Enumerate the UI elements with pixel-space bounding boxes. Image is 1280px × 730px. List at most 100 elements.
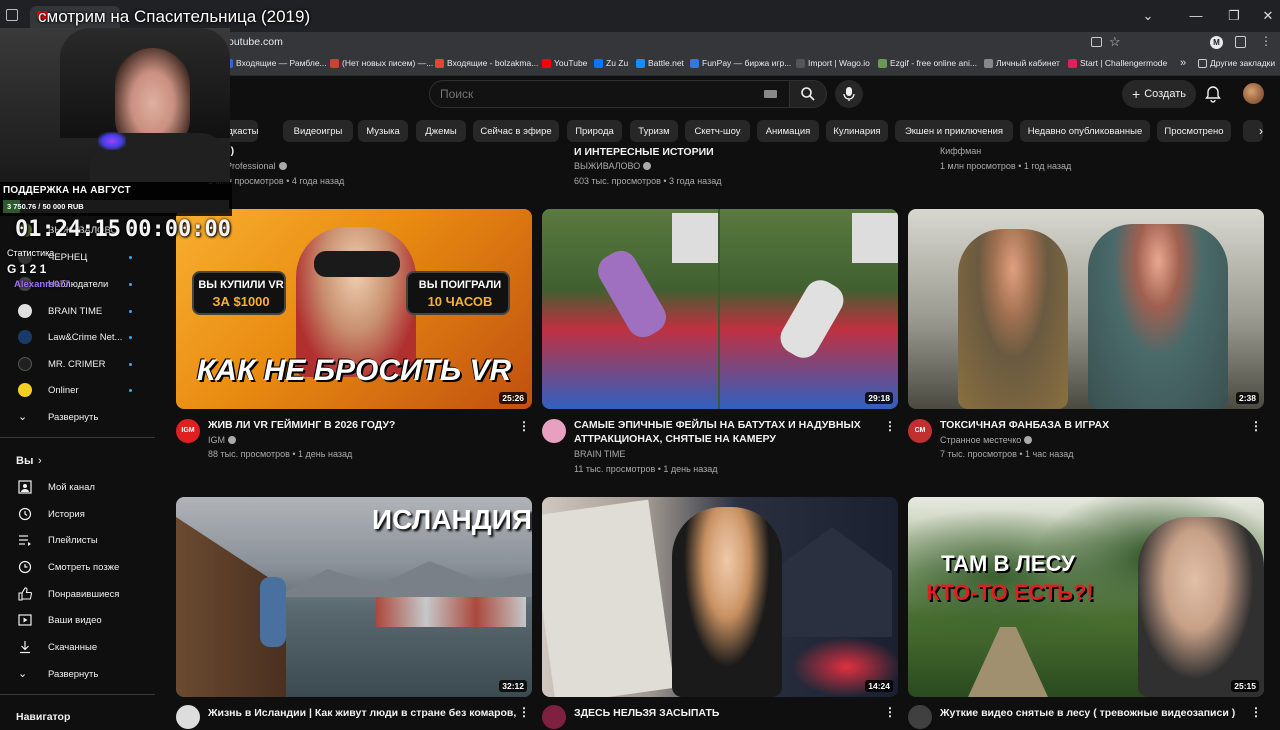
video-card[interactable]: ВЫ КУПИЛИ VR ЗА $1000 ВЫ ПОИГРАЛИ 10 ЧАС… [176,209,532,479]
extensions-icon[interactable] [1235,36,1246,48]
video-title[interactable]: Жуткие видео снятые в лесу ( тревожные в… [940,706,1250,720]
create-button[interactable]: + Создать [1122,80,1196,108]
video-card-partial[interactable]: Киффман 1 млн просмотров • 1 год назад [908,144,1264,188]
sidebar-item-your-videos[interactable]: Ваши видео [0,607,155,633]
sidebar-item-downloads[interactable]: Скачанные [0,634,155,660]
sidebar-item-liked[interactable]: Понравившиеся [0,581,155,607]
bookmark-challengermode[interactable]: Start | Challengermode [1068,58,1167,68]
video-title[interactable]: ТОКСИЧНАЯ ФАНБАЗА В ИГРАХ [940,418,1240,432]
video-card[interactable]: ИСЛАНДИЯ 32:12 Жизнь в Исландии | Как жи… [176,497,532,729]
voice-search-button[interactable] [835,80,863,108]
sidebar-sub-lawcrime[interactable]: Law&Crime Net... [0,324,155,350]
bookmark-other-folder[interactable]: Другие закладки [1198,58,1275,68]
video-channel[interactable]: BRAIN TIME [574,449,625,459]
chip-tourism[interactable]: Туризм [630,120,678,142]
video-thumbnail[interactable]: 2:38 [908,209,1264,409]
video-channel[interactable]: IGM [208,435,236,445]
video-title[interactable]: ЖИВ ЛИ VR ГЕЙМИНГ В 2026 ГОДУ? [208,418,508,432]
more-actions-icon[interactable]: ⋮ [518,706,530,720]
bookmark-mail[interactable]: (Нет новых писем) —... [330,58,433,68]
close-button[interactable]: ✕ [1258,6,1278,26]
chip-sketch[interactable]: Скетч-шоу [685,120,750,142]
video-card[interactable]: ТАМ В ЛЕСУ КТО-ТО ЕСТЬ?! 25:15 Жуткие ви… [908,497,1264,729]
more-actions-icon[interactable]: ⋮ [1250,420,1262,434]
channel-avatar[interactable]: IGM [176,419,200,443]
bookmark-ezgif[interactable]: Ezgif - free online ani... [878,58,977,68]
channel-avatar[interactable]: СМ [908,419,932,443]
bookmark-youtube[interactable]: YouTube [542,58,587,68]
profile-m-icon[interactable]: M [1210,36,1223,49]
video-channel[interactable]: ВЫЖИВАЛОВО [574,161,652,171]
user-avatar[interactable] [1243,83,1264,104]
tab-search-icon[interactable] [6,9,18,21]
video-title[interactable]: Жизнь в Исландии | Как живут люди в стра… [208,706,518,720]
sidebar-item-label: Мой канал [48,481,95,493]
chip-label: Скетч-шоу [694,125,741,137]
chip-jams[interactable]: Джемы [416,120,466,142]
chevron-right-icon[interactable]: › [1250,120,1272,142]
bookmark-star-icon[interactable]: ☆ [1109,34,1121,50]
sidebar-expand-you[interactable]: ⌄ Развернуть [0,661,155,687]
chip-animation[interactable]: Анимация [757,120,819,142]
sidebar-sub-onliner[interactable]: Onliner [0,377,155,403]
channel-avatar[interactable] [176,705,200,729]
sidebar-item-my-channel[interactable]: Мой канал [0,474,155,500]
video-card[interactable]: 29:18 САМЫЕ ЭПИЧНЫЕ ФЕЙЛЫ НА БАТУТАХ И Н… [542,209,898,479]
chip-music[interactable]: Музыка [358,120,408,142]
sidebar-expand-subs[interactable]: ⌄ Развернуть [0,404,155,430]
video-title[interactable]: САМЫЕ ЭПИЧНЫЕ ФЕЙЛЫ НА БАТУТАХ И НАДУВНЫ… [574,418,874,446]
keyboard-icon[interactable] [764,90,777,98]
bookmark-cabinet[interactable]: Личный кабинет [984,58,1060,68]
minimize-button[interactable]: — [1186,6,1206,26]
more-actions-icon[interactable]: ⋮ [1250,706,1262,720]
chip-nature[interactable]: Природа [567,120,622,142]
bookmark-battlenet[interactable]: Battle.net [636,58,684,68]
video-card[interactable]: 14:24 ЗДЕСЬ НЕЛЬЗЯ ЗАСЫПАТЬ ⋮ [542,497,898,729]
menu-kebab-icon[interactable]: ⋮ [1260,34,1272,48]
sidebar-item-history[interactable]: История [0,501,155,527]
channel-avatar[interactable] [908,705,932,729]
bookmark-rambler[interactable]: Входящие — Рамбле... [224,58,327,68]
sidebar-sub-mr-crimer[interactable]: MR. CRIMER [0,351,155,377]
more-actions-icon[interactable]: ⋮ [884,706,896,720]
video-channel[interactable]: Странное местечко [940,435,1033,445]
video-channel[interactable]: Киффман [940,146,981,156]
video-thumbnail[interactable]: ТАМ В ЛЕСУ КТО-ТО ЕСТЬ?! 25:15 [908,497,1264,697]
chip-action-adventure[interactable]: Экшен и приключения [895,120,1013,142]
channel-avatar[interactable] [542,419,566,443]
install-app-icon[interactable] [1091,37,1102,47]
video-card-partial[interactable]: И ИНТЕРЕСНЫЕ ИСТОРИИ ВЫЖИВАЛОВО 603 тыс.… [542,144,898,188]
video-thumbnail[interactable]: ИСЛАНДИЯ 32:12 [176,497,532,697]
url-text[interactable]: outube.com [228,36,283,48]
sidebar-you-header[interactable]: Вы › [0,448,155,474]
more-actions-icon[interactable]: ⋮ [884,420,896,434]
video-thumbnail[interactable]: 14:24 [542,497,898,697]
more-actions-icon[interactable]: ⋮ [518,420,530,434]
chip-cooking[interactable]: Кулинария [826,120,888,142]
notifications-bell-icon[interactable] [1203,84,1223,104]
video-title[interactable]: И ИНТЕРЕСНЫЕ ИСТОРИИ [574,145,874,159]
bookmark-label: FunPay — биржа игр... [702,58,792,68]
video-title[interactable]: ЗДЕСЬ НЕЛЬЗЯ ЗАСЫПАТЬ [574,706,874,720]
channel-avatar[interactable] [542,705,566,729]
sidebar-item-playlists[interactable]: Плейлисты [0,527,155,553]
sidebar-item-watch-later[interactable]: Смотреть позже [0,554,155,580]
bookmark-funpay[interactable]: FunPay — биржа игр... [690,58,791,68]
bookmark-vk[interactable]: Zu Zu [594,58,628,68]
bookmark-gmail[interactable]: Входящие - bolzakma... [435,58,538,68]
video-card[interactable]: 2:38 СМ ТОКСИЧНАЯ ФАНБАЗА В ИГРАХ Странн… [908,209,1264,479]
chip-watched[interactable]: Просмотрено [1157,120,1231,142]
chip-live[interactable]: Сейчас в эфире [473,120,559,142]
bookmark-wago[interactable]: Import | Wago.io [796,58,870,68]
tab-list-button[interactable]: ⌄ [1138,6,1158,26]
video-title[interactable]: РОВ) [208,144,508,158]
sidebar-sub-brain-time[interactable]: BRAIN TIME [0,298,155,324]
chip-recently-uploaded[interactable]: Недавно опубликованные [1020,120,1150,142]
search-button[interactable] [789,80,827,108]
search-box[interactable] [429,80,790,108]
maximize-button[interactable]: ❐ [1224,6,1244,26]
bookmarks-overflow-icon[interactable]: » [1180,57,1186,69]
chip-videogames[interactable]: Видеоигры [283,120,353,142]
video-thumbnail[interactable]: 29:18 [542,209,898,409]
search-input[interactable] [440,87,740,101]
